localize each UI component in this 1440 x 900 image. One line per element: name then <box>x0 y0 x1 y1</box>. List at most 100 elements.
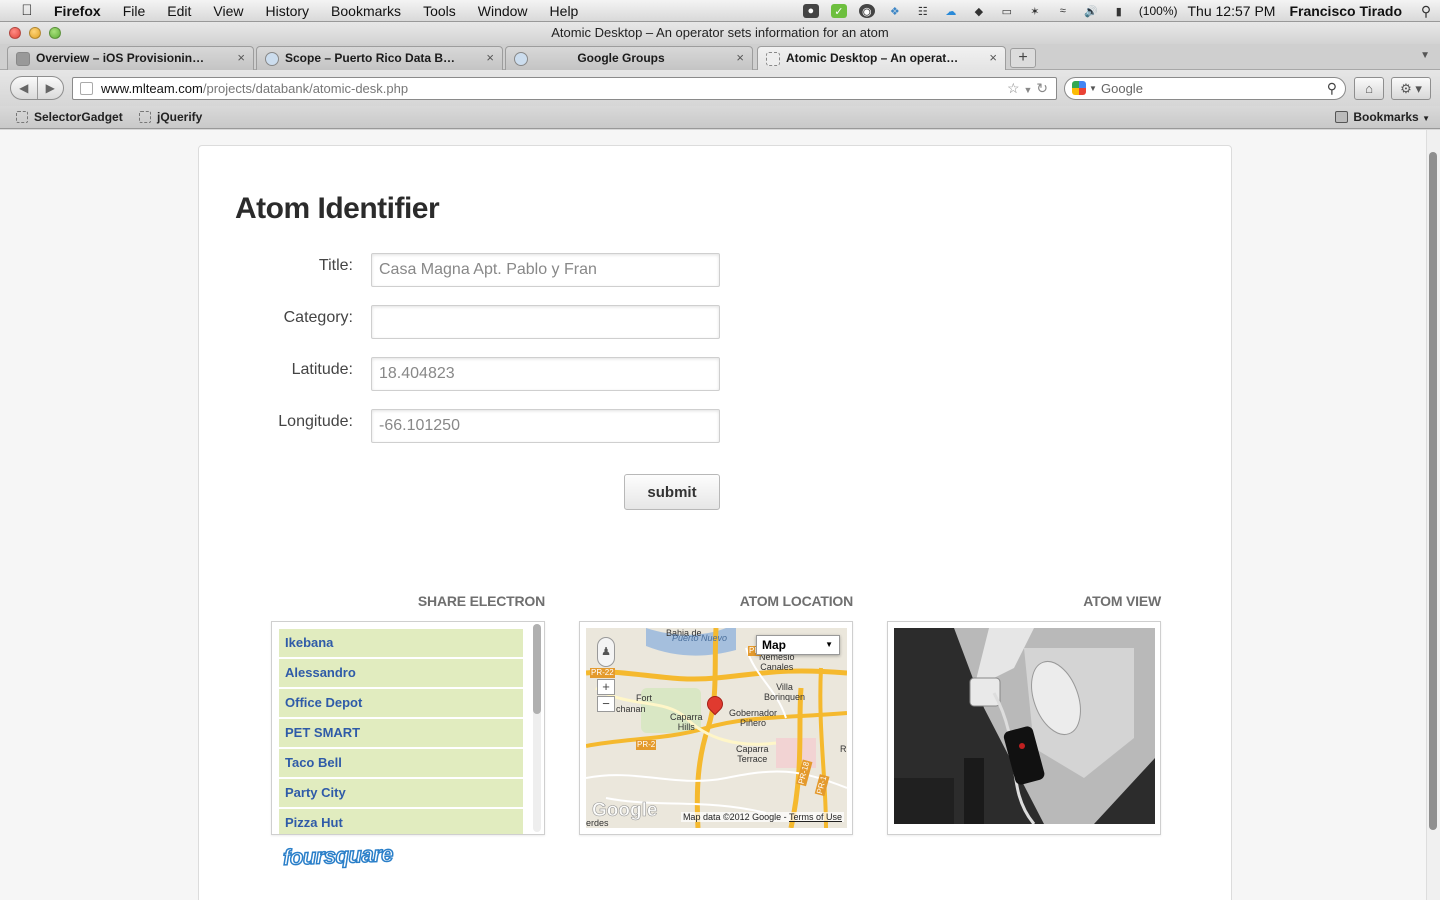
longitude-field[interactable] <box>371 409 720 443</box>
tab-scope-data-bank[interactable]: Scope – Puerto Rico Data Bank |... × <box>256 46 503 70</box>
map-label-pr2: PR-2 <box>636 740 657 750</box>
search-bar[interactable]: ▼ Google ⚲ <box>1064 77 1346 100</box>
venue-list-scrollbar[interactable] <box>533 624 541 832</box>
zoom-in-button[interactable]: + <box>597 679 615 695</box>
list-item[interactable]: Taco Bell <box>279 749 523 777</box>
bookmark-star-icon[interactable]: ☆ <box>1007 80 1020 96</box>
tab-google-groups[interactable]: Google Groups × <box>505 46 753 70</box>
reload-icon[interactable]: ↻ <box>1036 80 1048 96</box>
evernote-icon[interactable]: ✓ <box>830 4 847 18</box>
zoom-window-icon[interactable] <box>49 27 61 39</box>
bookmark-selectorgadget[interactable]: SelectorGadget <box>16 110 123 125</box>
close-tab-icon[interactable]: × <box>237 47 245 69</box>
display-icon[interactable]: ▭ <box>999 4 1015 18</box>
window-title: Atomic Desktop – An operator sets inform… <box>551 25 889 40</box>
tab-list-chevron-icon[interactable]: ▼ <box>1420 50 1430 61</box>
menubar-user[interactable]: Francisco Tirado <box>1289 3 1402 19</box>
spotlight-search-icon[interactable]: ⚲ <box>1418 3 1434 19</box>
minimize-window-icon[interactable] <box>29 27 41 39</box>
cloud-icon[interactable]: ☁ <box>943 4 959 18</box>
menu-tools[interactable]: Tools <box>412 0 467 22</box>
zoom-out-button[interactable]: − <box>597 696 615 712</box>
volume-icon[interactable]: 🔊 <box>1083 4 1099 18</box>
google-engine-icon[interactable] <box>1072 81 1086 95</box>
map-label-villa-borinquen: Villa Borinquen <box>764 682 806 702</box>
map-roads <box>586 628 847 828</box>
venue-list[interactable]: Ikebana Alessandro Office Depot PET SMAR… <box>279 629 523 834</box>
wifi-icon[interactable]: ≈ <box>1055 4 1071 18</box>
new-tab-button[interactable]: + <box>1010 48 1036 68</box>
groups-favicon-icon <box>265 52 279 66</box>
google-logo[interactable]: Google <box>592 800 658 822</box>
bookmark-jquerify[interactable]: jQuerify <box>139 110 202 125</box>
title-field[interactable] <box>371 253 720 287</box>
menu-file[interactable]: File <box>112 0 157 22</box>
bookmarks-menu-button[interactable]: Bookmarks ▼ <box>1335 110 1430 126</box>
venue-list-scroll-thumb[interactable] <box>533 624 541 714</box>
terms-of-use-link[interactable]: Terms of Use <box>789 812 842 822</box>
list-item[interactable]: Pizza Hut <box>279 809 523 834</box>
menu-view[interactable]: View <box>202 0 254 22</box>
bluetooth-icon[interactable]: ✶ <box>1027 4 1043 18</box>
list-item[interactable]: Office Depot <box>279 689 523 717</box>
forward-button[interactable]: ▶ <box>38 77 64 99</box>
atom-photo <box>894 628 1155 824</box>
close-tab-icon[interactable]: × <box>486 47 494 69</box>
tab-atomic-desktop[interactable]: Atomic Desktop – An operator ... × <box>757 46 1006 70</box>
battery-percentage: (100%) <box>1138 4 1178 18</box>
tab-ios-provisioning[interactable]: Overview – iOS Provisioning Po... × <box>7 46 254 70</box>
latitude-label: Latitude: <box>291 361 353 378</box>
close-tab-icon[interactable]: × <box>989 47 997 69</box>
map-label-nemesio-canales: Nemesio Canales <box>759 652 795 672</box>
engine-chevron-down-icon[interactable]: ▼ <box>1089 78 1097 99</box>
close-tab-icon[interactable]: × <box>736 47 744 69</box>
atom-photo-image <box>894 628 1155 824</box>
category-field[interactable] <box>371 305 720 339</box>
time-machine-icon[interactable]: ◆ <box>971 4 987 18</box>
growl-icon[interactable]: ◉ <box>858 4 875 18</box>
search-placeholder: Google <box>1101 81 1143 96</box>
submit-button[interactable]: submit <box>624 474 720 510</box>
menu-history[interactable]: History <box>254 0 320 22</box>
latitude-field[interactable] <box>371 357 720 391</box>
map-label-caparra-hills: Caparra Hills <box>670 712 703 732</box>
street-view-pegman-icon[interactable]: ♟ <box>597 637 615 667</box>
app-menu-firefox[interactable]: Firefox <box>54 0 112 22</box>
battery-icon[interactable]: ▮ <box>1111 4 1127 18</box>
page-identity-icon[interactable] <box>80 82 93 95</box>
search-icon[interactable]: ⚲ <box>1327 78 1337 99</box>
menu-help[interactable]: Help <box>539 0 590 22</box>
apple-menu-icon[interactable]:  <box>0 2 54 19</box>
addon-menu-button[interactable]: ⚙ ▾ <box>1391 77 1431 100</box>
list-item[interactable]: Ikebana <box>279 629 523 657</box>
blank-favicon-icon <box>766 52 780 66</box>
map-label-pr22: PR-22 <box>590 668 615 678</box>
groups-favicon-icon <box>514 52 528 66</box>
menu-bookmarks[interactable]: Bookmarks <box>320 0 412 22</box>
page-title: Atom Identifier <box>235 192 440 225</box>
map-type-label: Map <box>762 638 786 652</box>
menu-window[interactable]: Window <box>467 0 539 22</box>
status-app-icon[interactable]: ● <box>802 4 819 18</box>
url-bar[interactable]: www.mlteam.com/projects/databank/atomic-… <box>72 77 1057 100</box>
list-item[interactable]: PET SMART <box>279 719 523 747</box>
list-item[interactable]: Alessandro <box>279 659 523 687</box>
bookmarks-star-icon <box>1335 111 1349 123</box>
chevron-down-icon: ▼ <box>825 640 833 649</box>
home-button[interactable]: ⌂ <box>1354 77 1384 100</box>
menubar-clock[interactable]: Thu 12:57 PM <box>1188 3 1276 19</box>
menu-edit[interactable]: Edit <box>156 0 202 22</box>
page-scroll-thumb[interactable] <box>1429 152 1437 830</box>
share-electron-panel: Ikebana Alessandro Office Depot PET SMAR… <box>271 621 545 835</box>
list-item[interactable]: Party City <box>279 779 523 807</box>
url-history-chevron-icon[interactable]: ▼ <box>1023 85 1032 95</box>
map-type-dropdown[interactable]: Map ▼ <box>756 635 840 655</box>
menu-grid-icon[interactable]: ☷ <box>915 4 931 18</box>
location-map[interactable]: Bahia de Puerto Nuevo Nemesio Canales PR… <box>586 628 847 828</box>
close-window-icon[interactable] <box>9 27 21 39</box>
page-scrollbar[interactable] <box>1426 130 1440 900</box>
dropbox-icon[interactable]: ❖ <box>887 4 903 18</box>
back-button[interactable]: ◀ <box>11 77 38 99</box>
category-label: Category: <box>283 309 353 326</box>
foursquare-logo[interactable]: foursquare <box>282 840 394 871</box>
